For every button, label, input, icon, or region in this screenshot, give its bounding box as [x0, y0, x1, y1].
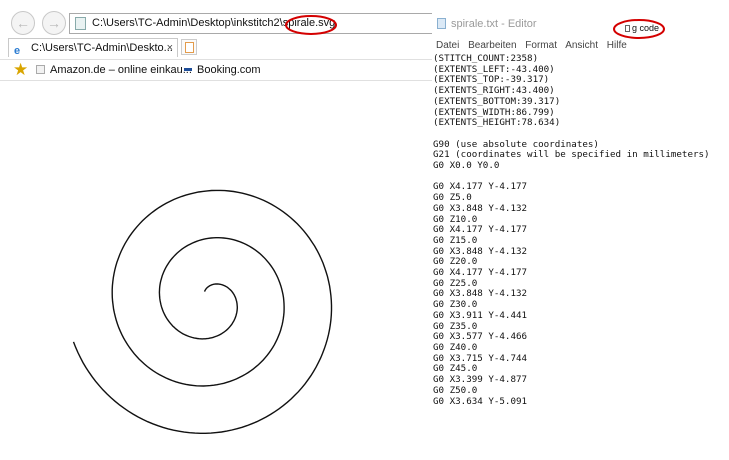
menu-datei[interactable]: Datei	[436, 40, 459, 51]
spiral-path	[72, 189, 333, 434]
amazon-icon	[36, 65, 45, 74]
menu-format[interactable]: Format	[525, 40, 557, 51]
browser-window: ← → C:\Users\TC-Admin\Desktop\inkstitch2…	[0, 0, 432, 455]
editor-title: spirale.txt - Editor	[451, 18, 537, 30]
tab-title: C:\Users\TC-Admin\Deskto...	[31, 42, 173, 54]
new-tab-button[interactable]	[181, 39, 197, 55]
navigation-bar: ← → C:\Users\TC-Admin\Desktop\inkstitch2…	[0, 8, 432, 38]
forward-arrow-icon[interactable]: →	[42, 11, 66, 35]
address-text: C:\Users\TC-Admin\Desktop\inkstitch2\spi…	[92, 17, 336, 29]
page-icon	[75, 17, 86, 30]
svg-viewer	[0, 82, 432, 455]
favorites-bar: ★ Amazon.de – online einkau... Booking.c…	[0, 59, 432, 81]
spiral-graphic	[72, 189, 333, 434]
favorite-amazon-label: Amazon.de – online einkau...	[50, 64, 192, 76]
close-tab-icon[interactable]: ×	[167, 39, 173, 57]
back-arrow-icon[interactable]: ←	[11, 11, 35, 35]
text-box-icon	[625, 25, 630, 32]
notepad-window: spirale.txt - Editor Datei Bearbeiten Fo…	[432, 0, 729, 455]
gcode-annotation-label: g code	[625, 23, 659, 33]
browser-tab[interactable]: e C:\Users\TC-Admin\Deskto... ×	[8, 38, 178, 57]
ie-icon: e	[14, 45, 21, 57]
editor-title-bar: spirale.txt - Editor	[437, 18, 537, 30]
editor-menu-bar: Datei Bearbeiten Format Ansicht Hilfe	[436, 40, 633, 51]
menu-ansicht[interactable]: Ansicht	[565, 40, 598, 51]
gcode-label-text: g code	[632, 23, 660, 33]
gcode-text-area[interactable]: (STITCH_COUNT:2358) (EXTENTS_LEFT:-43.40…	[433, 53, 710, 407]
address-bar[interactable]: C:\Users\TC-Admin\Desktop\inkstitch2\spi…	[69, 13, 432, 34]
booking-icon	[184, 68, 192, 71]
tab-bar: e C:\Users\TC-Admin\Deskto... ×	[0, 38, 432, 58]
notepad-icon	[437, 18, 446, 29]
favorites-star-icon[interactable]: ★	[13, 61, 28, 79]
favorite-booking[interactable]: Booking.com	[184, 63, 261, 77]
menu-bearbeiten[interactable]: Bearbeiten	[468, 40, 516, 51]
favorite-amazon[interactable]: Amazon.de – online einkau...	[36, 63, 192, 77]
favorite-booking-label: Booking.com	[197, 64, 261, 76]
menu-hilfe[interactable]: Hilfe	[607, 40, 627, 51]
